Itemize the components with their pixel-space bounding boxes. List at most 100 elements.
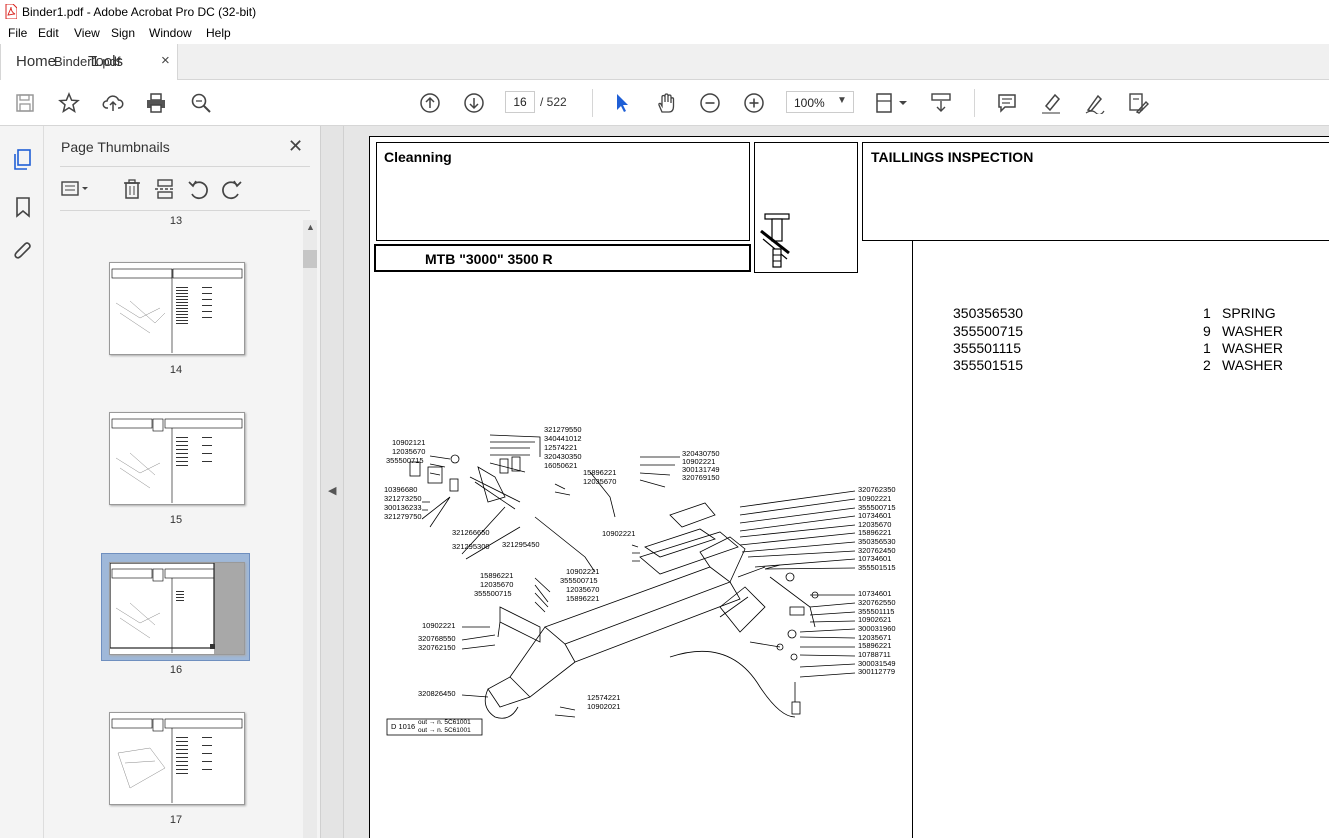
callout-label: 320768550: [418, 634, 456, 643]
highlight-icon[interactable]: [1040, 92, 1062, 114]
menu-window[interactable]: Window: [149, 26, 192, 40]
part-name: WASHER: [1222, 323, 1283, 339]
callout-label: 10902621: [858, 615, 892, 624]
callout-label: 340441012: [544, 434, 582, 443]
zoom-out-icon[interactable]: [699, 92, 721, 114]
scrollbar-thumb[interactable]: [303, 250, 317, 268]
page-thumbnails-icon[interactable]: [12, 148, 34, 172]
menu-edit[interactable]: Edit: [38, 26, 59, 40]
hand-icon[interactable]: [655, 92, 677, 114]
menu-help[interactable]: Help: [206, 26, 231, 40]
callout-label: 12574221: [587, 693, 621, 702]
attachment-icon[interactable]: [12, 240, 34, 262]
callout-label: 15896221: [583, 468, 617, 477]
fit-page-icon[interactable]: [874, 92, 910, 114]
callout-label: 10902121: [392, 438, 426, 447]
star-icon[interactable]: [58, 92, 80, 114]
close-tab-icon[interactable]: ×: [161, 52, 170, 69]
callout-label: 10902021: [587, 702, 621, 711]
title-bar: Binder1.pdf - Adobe Acrobat Pro DC (32-b…: [0, 0, 1329, 24]
callout-label: 15896221: [858, 641, 892, 650]
sign-icon[interactable]: [1084, 92, 1106, 116]
toolbar-divider: [592, 89, 593, 117]
thumbnail-page-16[interactable]: [109, 562, 245, 655]
callout-label: 10396680: [384, 485, 418, 494]
callout-label: 12574221: [544, 443, 578, 452]
thumbnail-page-15[interactable]: [109, 412, 245, 505]
callout-label: 12035670: [480, 580, 514, 589]
acrobat-icon: [5, 4, 17, 19]
redact-icon[interactable]: [1127, 92, 1149, 114]
thumbnail-scrollbar[interactable]: ▲: [303, 220, 317, 838]
part-qty: 1: [1203, 340, 1211, 356]
page-down-icon[interactable]: [463, 92, 485, 114]
menu-sign[interactable]: Sign: [111, 26, 135, 40]
callout-label: 321279750: [384, 512, 422, 521]
callout-label: 355500715: [386, 456, 424, 465]
callout-label: 321295300: [452, 542, 490, 551]
zoom-value: 100%: [794, 96, 825, 110]
rotate-right-icon[interactable]: [221, 178, 243, 200]
page-number-input[interactable]: 16: [505, 91, 535, 113]
part-name: SPRING: [1222, 305, 1276, 321]
panel-splitter[interactable]: ◀: [320, 126, 344, 838]
callout-label: 320826450: [418, 689, 456, 698]
search-zoom-icon[interactable]: [190, 92, 212, 114]
thumbnail-page-number: 15: [169, 514, 183, 526]
menu-bar: File Edit View Sign Window Help: [0, 24, 1329, 44]
callout-label: 355500715: [560, 576, 598, 585]
callout-label: 350356530: [858, 537, 896, 546]
document-view[interactable]: Cleanning MTB "3000" 3500 R TAILLINGS IN…: [344, 126, 1329, 838]
upload-icon[interactable]: [102, 92, 124, 114]
callout-label: 300031960: [858, 624, 896, 633]
scroll-up-icon[interactable]: ▲: [306, 222, 315, 232]
thumbnails-panel: Page Thumbnails ✕ 13 14 15 16 17: [44, 126, 320, 838]
callout-label: 12035670: [392, 447, 426, 456]
scroll-mode-icon[interactable]: [930, 92, 952, 114]
menu-file[interactable]: File: [8, 26, 27, 40]
thumbnail-page-14[interactable]: [109, 262, 245, 355]
thumbnail-page-17[interactable]: [109, 712, 245, 805]
callout-label: 10902221: [858, 494, 892, 503]
close-panel-icon[interactable]: ✕: [288, 136, 303, 157]
save-icon[interactable]: [14, 92, 36, 114]
divider: [60, 166, 310, 167]
callout-label: 300136233: [384, 503, 422, 512]
callout-label: 320762550: [858, 598, 896, 607]
zoom-in-icon[interactable]: [743, 92, 765, 114]
part-qty: 2: [1203, 357, 1211, 373]
extract-pages-icon[interactable]: [154, 178, 176, 200]
thumbnail-options-icon[interactable]: [61, 178, 88, 200]
callout-label: 355501515: [858, 563, 896, 572]
page-up-icon[interactable]: [419, 92, 441, 114]
part-code: 355501115: [953, 340, 1021, 356]
figure-reference: D 1016: [391, 722, 416, 731]
callout-label: 10734601: [858, 554, 892, 563]
select-arrow-icon[interactable]: [611, 92, 633, 114]
rotate-left-icon[interactable]: [187, 178, 209, 200]
callout-label: 12035670: [583, 477, 617, 486]
callout-label: 12035670: [566, 585, 600, 594]
collapse-panel-icon[interactable]: ◀: [328, 484, 336, 497]
toolbar-divider: [974, 89, 975, 117]
part-name: WASHER: [1222, 340, 1283, 356]
tab-home[interactable]: Home: [16, 53, 56, 70]
print-icon[interactable]: [145, 92, 167, 114]
callout-label: 15896221: [566, 594, 600, 603]
callout-label: 320762350: [858, 485, 896, 494]
part-code: 355501515: [953, 357, 1024, 373]
callout-label: 10734601: [858, 511, 892, 520]
callout-label: 10902221: [566, 567, 600, 576]
callout-label: 10902221: [422, 621, 456, 630]
callout-label: 321266650: [452, 528, 490, 537]
delete-icon[interactable]: [121, 178, 143, 200]
zoom-dropdown[interactable]: 100% ▼: [786, 91, 854, 113]
bookmark-icon[interactable]: [13, 196, 33, 218]
menu-view[interactable]: View: [74, 26, 100, 40]
callout-label: 300112779: [858, 667, 895, 676]
callout-label: 321273250: [384, 494, 422, 503]
chevron-down-icon: ▼: [837, 95, 847, 106]
comment-icon[interactable]: [996, 92, 1018, 114]
tab-bar: Home Tools Binder1.pdf ×: [0, 44, 1329, 80]
part-qty: 1: [1203, 305, 1211, 321]
